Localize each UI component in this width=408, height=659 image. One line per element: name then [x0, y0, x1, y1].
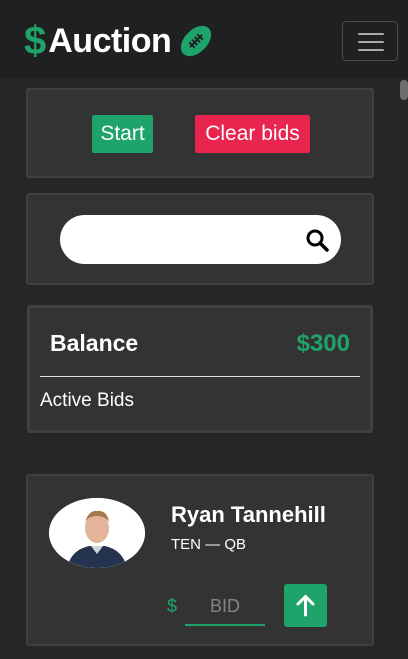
brand-dollar-sign: $ [24, 19, 47, 63]
submit-bid-button[interactable] [284, 584, 327, 627]
brand-name: Auction [48, 22, 172, 60]
balance-card: Balance $300 Active Bids [27, 305, 373, 433]
search-card [26, 193, 374, 285]
active-bids-heading: Active Bids [40, 390, 134, 411]
search-icon[interactable] [305, 228, 329, 252]
clear-bids-button[interactable]: Clear bids [195, 115, 310, 153]
start-button[interactable]: Start [92, 115, 153, 153]
menu-toggle-button[interactable] [342, 21, 398, 61]
player-avatar [49, 498, 145, 568]
bid-currency-symbol: $ [167, 596, 178, 616]
hamburger-menu-icon [358, 49, 384, 51]
balance-label: Balance [50, 330, 139, 356]
football-icon [181, 25, 212, 57]
player-photo [49, 498, 145, 568]
scrollbar-thumb[interactable] [400, 80, 408, 100]
navbar: $ Auction [0, 0, 408, 78]
divider [40, 376, 360, 377]
player-team-position: TEN — QB [171, 536, 247, 553]
search-input[interactable] [78, 225, 298, 254]
brand[interactable]: $ Auction [24, 20, 215, 62]
controls-card: Start Clear bids [26, 88, 374, 178]
arrow-up-icon [296, 595, 315, 617]
balance-value: $300 [296, 330, 350, 357]
player-card: Ryan Tannehill TEN — QB $ [26, 474, 374, 646]
player-name: Ryan Tannehill [171, 502, 326, 527]
hamburger-menu-icon [358, 41, 384, 43]
bid-input[interactable] [185, 588, 265, 626]
hamburger-menu-icon [358, 33, 384, 35]
search-field[interactable] [60, 215, 341, 264]
